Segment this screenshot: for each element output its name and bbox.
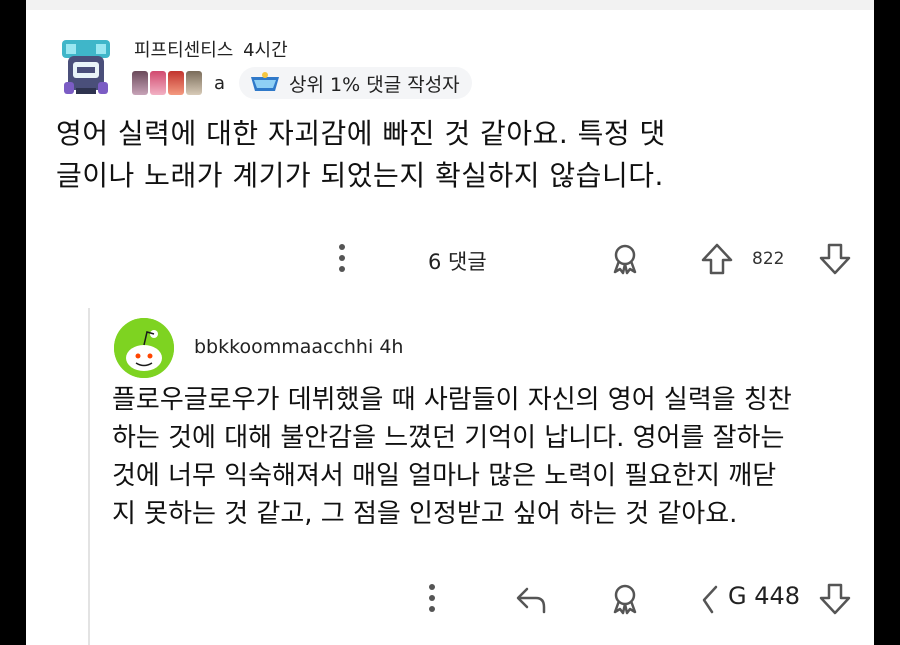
comment-line: 글이나 노래가 계기가 되었는지 확실하지 않습니다.	[56, 159, 664, 192]
badge-label: 상위 1% 댓글 작성자	[289, 73, 460, 96]
flair-emoji-icon	[150, 71, 166, 95]
comment-author[interactable]: 피프티센티스 4시간	[134, 36, 288, 62]
top-commenter-badge[interactable]: 상위 1% 댓글 작성자	[239, 67, 472, 99]
reply-line: 하는 것에 대해 불안감을 느꼈던 기억이 납니다. 영어를 잘하는	[112, 423, 785, 453]
upvote-arrow-icon[interactable]	[698, 582, 720, 616]
reply-count[interactable]: 6 댓글	[428, 246, 487, 276]
reply-body: 플로우글로우가 데뷔했을 때 사람들이 자신의 영어 실력을 칭찬 하는 것에 …	[112, 381, 852, 533]
comment-panel: 피프티센티스 4시간 a 상위 1% 댓글 작성자 영어 실력에 대한 자괴감에…	[26, 0, 874, 645]
score-prefix: G	[728, 582, 747, 610]
flair-emoji-icon	[186, 71, 202, 95]
flair-emoji-icon	[132, 71, 148, 95]
timestamp: 4h	[379, 336, 404, 358]
downvote-arrow-icon[interactable]	[818, 242, 852, 276]
more-vertical-icon[interactable]	[338, 244, 346, 278]
timestamp: 4시간	[243, 40, 288, 61]
reply-author[interactable]: bbkkoommaacchhi 4h	[194, 336, 403, 358]
flair-emoji-group	[132, 71, 202, 95]
comment-action-bar: 6 댓글 822	[26, 238, 874, 282]
vote-score: G 448	[728, 582, 800, 610]
award-icon[interactable]	[608, 242, 642, 276]
reply-arrow-icon[interactable]	[514, 582, 548, 616]
crown-badge-icon	[251, 72, 280, 91]
flair-text: a	[214, 72, 226, 94]
vote-score: 822	[752, 249, 785, 269]
snoo-avatar-icon[interactable]	[114, 318, 174, 378]
user-flair: a 상위 1% 댓글 작성자	[132, 66, 472, 100]
comment-body: 영어 실력에 대한 자괴감에 빠진 것 같아요. 특정 댓 글이나 노래가 계기…	[56, 113, 846, 197]
reply-action-bar: G 448	[26, 578, 874, 622]
reply-line: 플로우글로우가 데뷔했을 때 사람들이 자신의 영어 실력을 칭찬	[112, 385, 792, 415]
award-icon[interactable]	[608, 582, 642, 616]
user-avatar[interactable]	[52, 32, 120, 100]
upvote-arrow-icon[interactable]	[700, 242, 734, 276]
score-value: 448	[754, 582, 801, 610]
reply-line: 지 못하는 것 같고, 그 점을 인정받고 싶어 하는 것 같아요.	[112, 499, 738, 529]
comment-line: 영어 실력에 대한 자괴감에 빠진 것 같아요. 특정 댓	[56, 117, 666, 150]
more-vertical-icon[interactable]	[428, 584, 436, 618]
flair-emoji-icon	[168, 71, 184, 95]
username[interactable]: 피프티센티스	[134, 40, 233, 61]
downvote-arrow-icon[interactable]	[818, 582, 852, 616]
reply-line: 것에 너무 익숙해져서 매일 얼마나 많은 노력이 필요한지 깨닫	[112, 461, 777, 491]
top-divider	[26, 0, 874, 10]
username[interactable]: bbkkoommaacchhi	[194, 336, 373, 358]
